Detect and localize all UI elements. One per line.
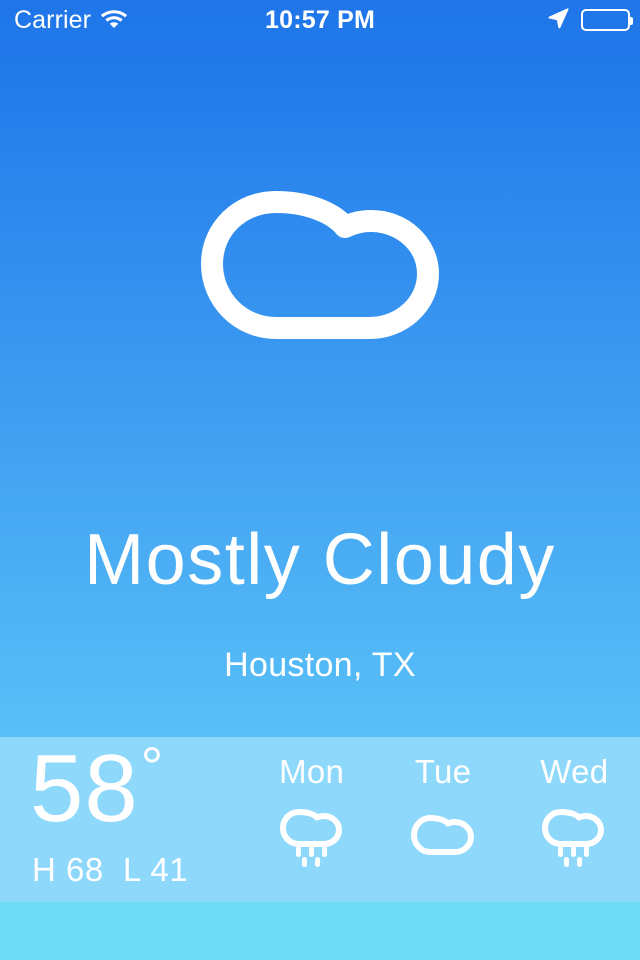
current-temperature-value: 58: [30, 735, 139, 842]
location-label: Houston, TX: [224, 646, 416, 684]
battery-icon: [581, 9, 633, 31]
degree-symbol: °: [140, 735, 165, 798]
location-arrow-icon: [546, 6, 570, 35]
forecast-day-tue[interactable]: Tue: [377, 737, 508, 902]
forecast-days: Mon Tue Wed: [246, 737, 640, 902]
condition-label: Mostly Cloudy: [84, 520, 556, 600]
bottom-strip: [0, 902, 640, 960]
rain-cloud-icon: [278, 806, 346, 867]
forecast-day-wed[interactable]: Wed: [509, 737, 640, 902]
forecast-day-mon[interactable]: Mon: [246, 737, 377, 902]
current-temperature: 58°: [30, 739, 163, 837]
hero-weather-icon-wrap: [0, 178, 640, 368]
cloud-icon: [190, 178, 450, 368]
status-bar: Carrier 10:57 PM: [0, 0, 640, 40]
weather-app-screen: Carrier 10:57 PM Mostly Cloudy Houston, …: [0, 0, 640, 960]
forecast-day-label: Wed: [540, 753, 609, 790]
current-conditions-block: 58° H 68 L 41: [26, 737, 256, 902]
status-bar-center: 10:57 PM: [0, 0, 640, 40]
status-bar-right: [546, 0, 633, 40]
high-low-label: H 68 L 41: [32, 851, 189, 888]
cloud-icon: [409, 806, 477, 866]
forecast-day-label: Mon: [279, 753, 345, 790]
rain-cloud-icon: [540, 806, 608, 867]
clock-label: 10:57 PM: [265, 5, 375, 34]
forecast-day-label: Tue: [414, 753, 472, 790]
